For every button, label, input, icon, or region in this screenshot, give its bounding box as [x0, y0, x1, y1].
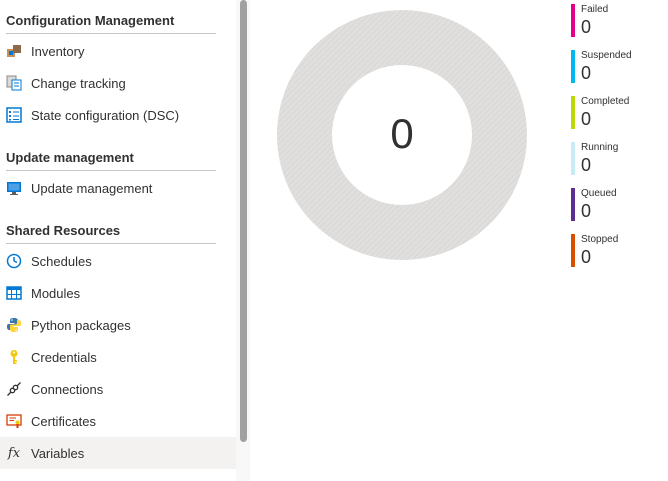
sidebar-item-label: Change tracking [31, 75, 126, 91]
donut-total-count: 0 [390, 110, 414, 157]
sidebar-item-label: Certificates [31, 413, 97, 429]
legend-label: Failed [581, 4, 609, 15]
legend-label: Stopped [581, 234, 619, 245]
legend-value: 0 [581, 155, 592, 175]
section-header-update-management: Update management [6, 141, 216, 171]
monitor-update-icon [6, 180, 22, 196]
legend-label: Completed [581, 96, 630, 107]
sidebar-scrollbar-thumb[interactable] [240, 0, 247, 442]
sidebar-item-certificates[interactable]: Certificates [0, 405, 236, 437]
inventory-icon [6, 43, 22, 59]
legend-label: Suspended [581, 50, 632, 61]
legend-item-stopped[interactable]: Stopped 0 [571, 234, 661, 272]
legend-color-bar [571, 142, 575, 175]
plug-connection-icon [6, 381, 22, 397]
legend-item-running[interactable]: Running 0 [571, 142, 661, 180]
sidebar-item-python-packages[interactable]: Python packages [0, 309, 236, 341]
section-header-configuration-management: Configuration Management [6, 4, 216, 34]
sidebar-item-state-configuration[interactable]: State configuration (DSC) [0, 99, 236, 131]
legend-item-suspended[interactable]: Suspended 0 [571, 50, 661, 88]
legend-value: 0 [581, 247, 592, 267]
sidebar-item-label: Inventory [31, 43, 85, 59]
fx-variables-icon: fx [7, 445, 21, 461]
sidebar-item-modules[interactable]: Modules [0, 277, 236, 309]
sidebar-item-label: Schedules [31, 253, 92, 269]
legend-label: Running [581, 142, 619, 153]
certificate-icon [6, 413, 22, 429]
state-configuration-icon [6, 107, 22, 123]
legend-color-bar [571, 4, 575, 37]
sidebar-item-label: Variables [31, 445, 85, 461]
sidebar-item-label: Connections [31, 381, 104, 397]
change-tracking-icon [6, 75, 22, 91]
sidebar-item-inventory[interactable]: Inventory [0, 35, 236, 67]
sidebar-item-label: Credentials [31, 349, 97, 365]
python-icon [6, 317, 22, 333]
sidebar-item-variables[interactable]: fx Variables [0, 437, 236, 469]
sidebar-item-credentials[interactable]: Credentials [0, 341, 236, 373]
legend-value: 0 [581, 17, 592, 37]
legend-item-completed[interactable]: Completed 0 [571, 96, 661, 134]
legend-color-bar [571, 188, 575, 221]
sidebar-item-label: Modules [31, 285, 81, 301]
sidebar-item-label: Update management [31, 180, 153, 196]
legend-color-bar [571, 234, 575, 267]
sidebar-item-change-tracking[interactable]: Change tracking [0, 67, 236, 99]
legend-value: 0 [581, 201, 592, 221]
legend-color-bar [571, 96, 575, 129]
sidebar-item-schedules[interactable]: Schedules [0, 245, 236, 277]
legend-value: 0 [581, 109, 592, 129]
key-icon [6, 349, 22, 365]
legend-color-bar [571, 50, 575, 83]
legend-label: Queued [581, 188, 617, 199]
sidebar-nav: Configuration Management Inventory Chang… [0, 0, 236, 481]
section-header-shared-resources: Shared Resources [6, 214, 216, 244]
legend-item-failed[interactable]: Failed 0 [571, 4, 661, 42]
sidebar-item-label: Python packages [31, 317, 131, 333]
legend-item-queued[interactable]: Queued 0 [571, 188, 661, 226]
clock-icon [6, 253, 22, 269]
legend-value: 0 [581, 63, 592, 83]
sidebar-item-connections[interactable]: Connections [0, 373, 236, 405]
modules-grid-icon [6, 285, 22, 301]
sidebar-item-label: State configuration (DSC) [31, 107, 180, 123]
sidebar-item-update-management[interactable]: Update management [0, 172, 236, 204]
